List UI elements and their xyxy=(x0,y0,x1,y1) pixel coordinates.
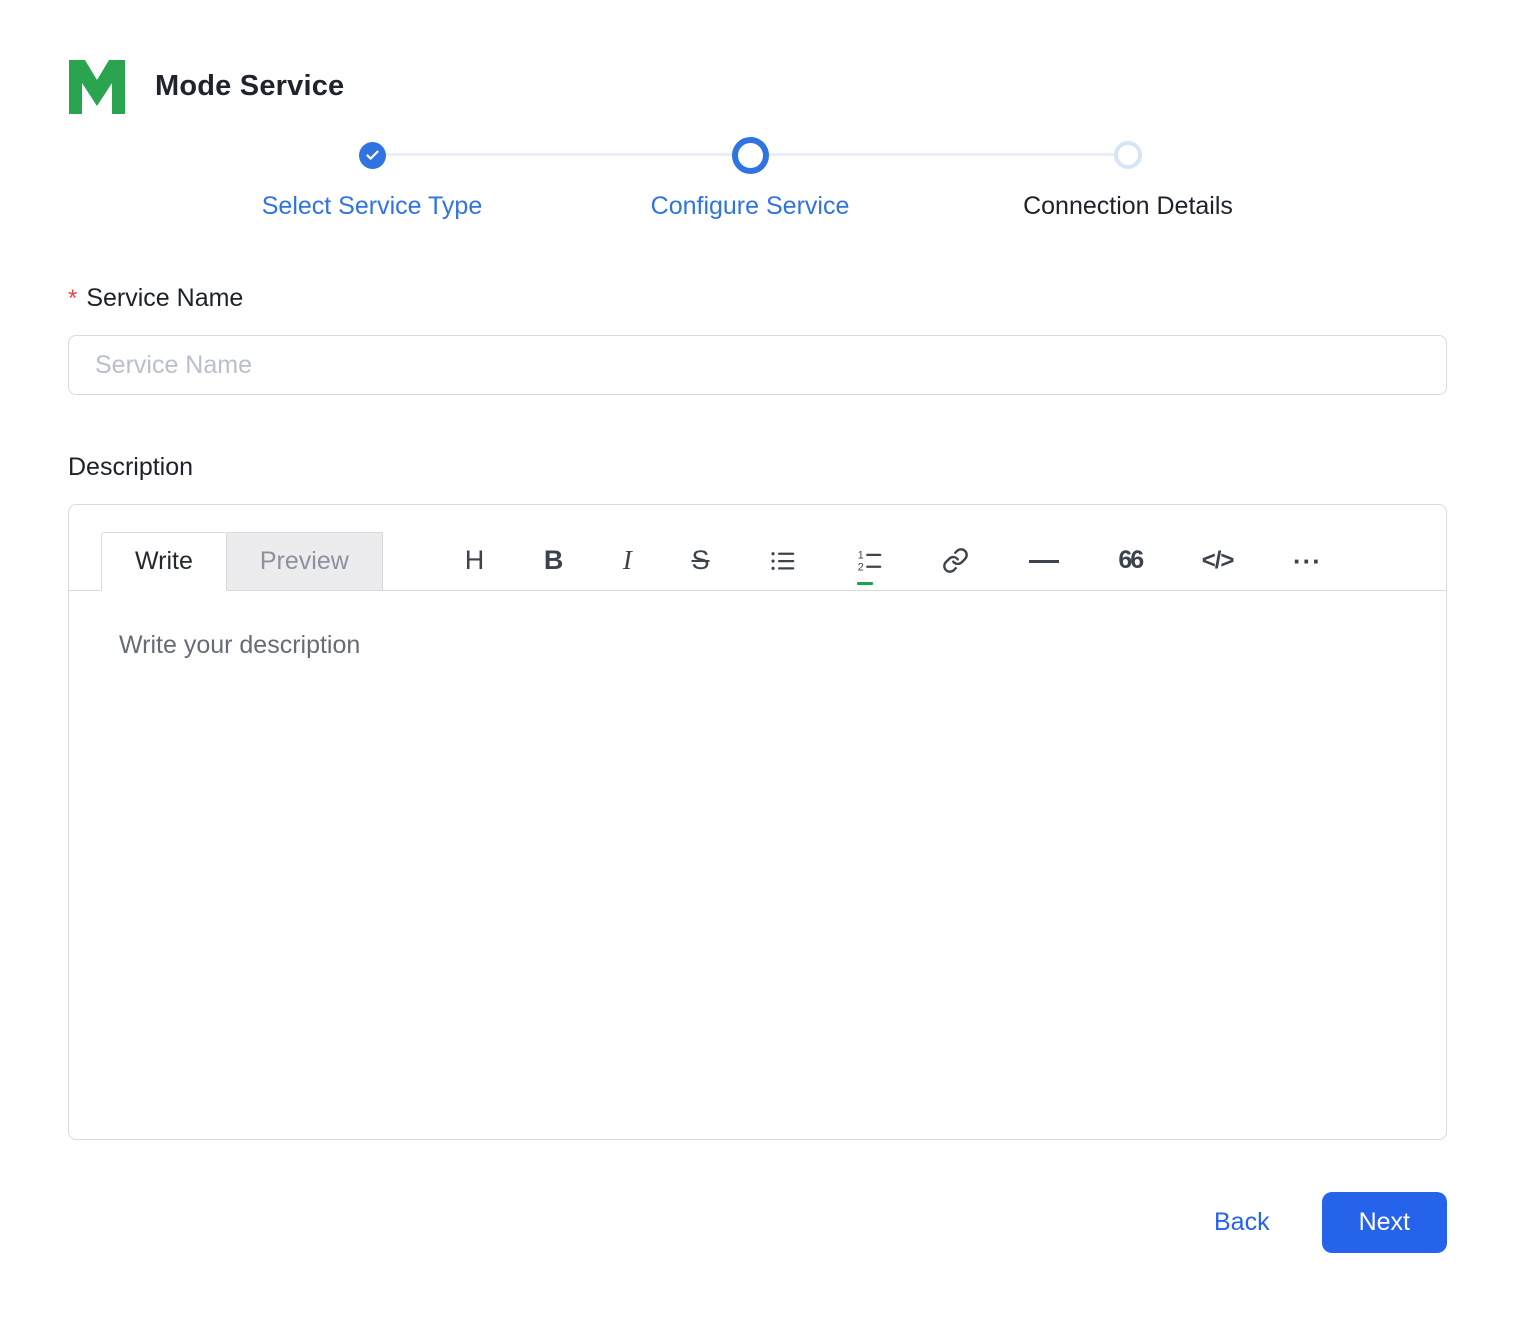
heading-icon[interactable]: H xyxy=(463,545,487,576)
back-button[interactable]: Back xyxy=(1210,1200,1274,1245)
bold-icon[interactable]: B xyxy=(542,545,566,576)
configure-service-form: * Service Name Description Write Preview … xyxy=(0,284,1518,1313)
step-configure-service: Configure Service xyxy=(560,122,940,221)
step-completed-check-icon xyxy=(358,141,386,169)
stepper: Select Service Type Configure Service Co… xyxy=(0,122,1518,228)
tab-write[interactable]: Write xyxy=(101,532,227,591)
horizontal-rule-icon[interactable] xyxy=(1027,552,1061,569)
editor-tools: H B I S 1 2 66 </> ··· xyxy=(463,531,1324,590)
more-icon[interactable]: ··· xyxy=(1291,546,1324,576)
svg-text:1: 1 xyxy=(857,549,863,561)
tab-preview[interactable]: Preview xyxy=(226,532,383,591)
link-icon[interactable] xyxy=(940,545,971,576)
bullet-list-icon[interactable] xyxy=(767,545,798,576)
service-name-label-text: Service Name xyxy=(86,284,244,312)
step-active-dot-icon xyxy=(731,136,769,174)
step-label: Select Service Type xyxy=(261,192,483,220)
step-pending-dot-icon xyxy=(1114,141,1142,169)
strikethrough-icon[interactable]: S xyxy=(689,545,711,576)
quote-icon[interactable]: 66 xyxy=(1116,546,1144,575)
description-textarea[interactable] xyxy=(69,591,1446,1139)
svg-text:2: 2 xyxy=(857,562,863,574)
editor-toolbar: Write Preview H B I S 1 2 66 </> ··· xyxy=(69,505,1446,591)
code-icon[interactable]: </> xyxy=(1200,547,1236,575)
italic-icon[interactable]: I xyxy=(621,545,634,576)
next-button[interactable]: Next xyxy=(1321,1192,1447,1253)
editor-tabs: Write Preview xyxy=(101,532,383,591)
ordered-list-icon[interactable]: 1 2 xyxy=(854,545,885,585)
service-name-input[interactable] xyxy=(68,335,1447,395)
footer-actions: Back Next xyxy=(68,1192,1447,1313)
caret-indicator xyxy=(856,582,873,585)
markdown-editor: Write Preview H B I S 1 2 66 </> ··· Wri… xyxy=(68,504,1447,1140)
description-label: Description xyxy=(68,453,194,481)
mode-logo-icon xyxy=(65,56,129,116)
service-name-label: * Service Name xyxy=(68,284,1447,313)
step-label: Configure Service xyxy=(650,192,850,220)
header: Mode Service xyxy=(0,0,1518,116)
page-title: Mode Service xyxy=(155,69,345,102)
step-connection-details: Connection Details xyxy=(938,122,1318,221)
step-label: Connection Details xyxy=(1023,192,1233,220)
step-select-service-type: Select Service Type xyxy=(182,122,562,221)
required-marker: * xyxy=(68,285,78,312)
